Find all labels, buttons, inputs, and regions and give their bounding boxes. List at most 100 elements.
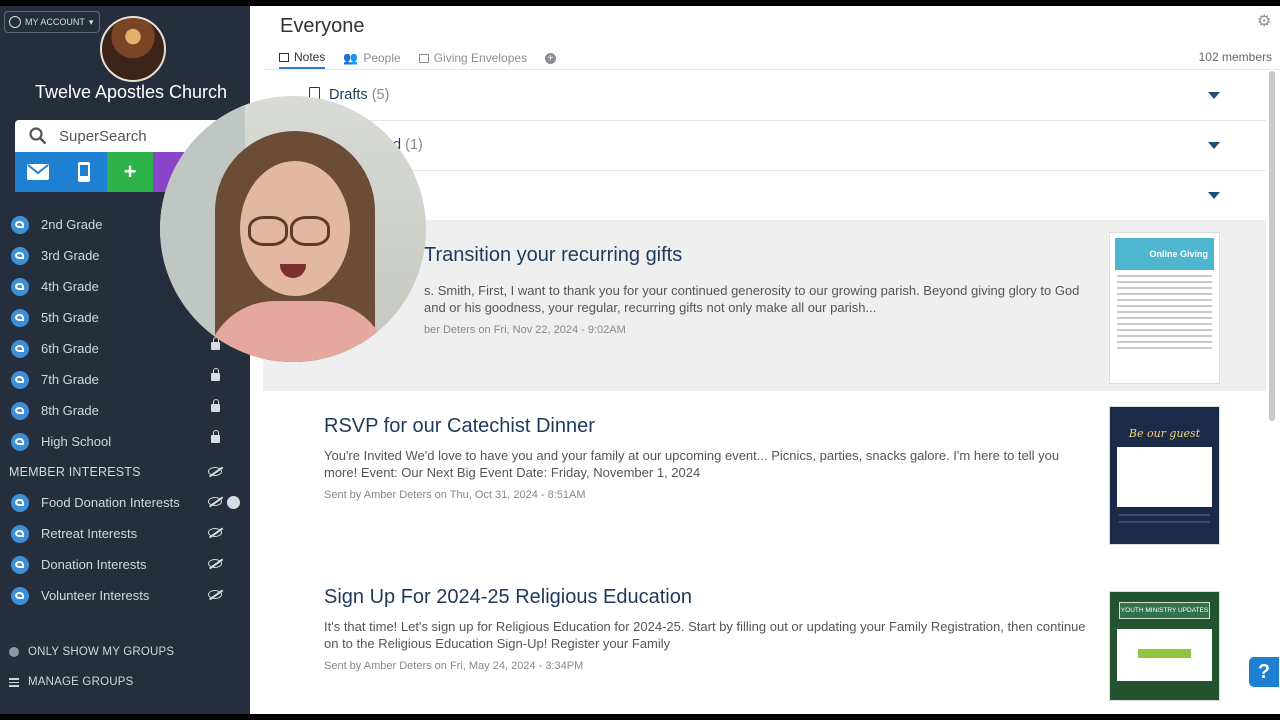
note-sent-info: ber Deters on Fri, Nov 22, 2024 - 9:02AM xyxy=(424,324,626,336)
group-icon xyxy=(11,277,29,296)
interest-item[interactable]: Donation Interests xyxy=(0,549,250,580)
supersearch-placeholder: SuperSearch xyxy=(59,127,147,145)
group-label: 6th Grade xyxy=(41,341,99,356)
interest-label: Retreat Interests xyxy=(41,526,138,541)
note-excerpt: It's that time! Let's sign up for Religi… xyxy=(324,619,1086,651)
interest-label: Donation Interests xyxy=(41,557,147,572)
gear-icon[interactable]: ⚙ xyxy=(1257,11,1271,31)
section-title: Drafts (5) xyxy=(329,87,389,103)
group-label: 8th Grade xyxy=(41,403,99,418)
envelope-icon xyxy=(27,164,49,180)
list-icon xyxy=(9,676,19,689)
church-logo xyxy=(100,16,166,82)
app-frame: MY ACCOUNT ▾ Twelve Apostles Church Supe… xyxy=(0,6,1280,714)
text-message-button[interactable] xyxy=(61,152,107,192)
only-show-my-groups-toggle[interactable]: ONLY SHOW MY GROUPS xyxy=(0,646,250,658)
add-tab-button[interactable]: + xyxy=(545,50,557,69)
group-icon xyxy=(11,586,29,605)
member-interests-header[interactable]: MEMBER INTERESTS xyxy=(0,457,250,487)
group-label: 3rd Grade xyxy=(41,248,100,263)
group-label: High School xyxy=(41,434,112,449)
group-icon xyxy=(11,370,29,389)
note-sent-info: Sent by Amber Deters on Thu, Oct 31, 202… xyxy=(324,489,586,501)
thumbnail-header: Be our guest xyxy=(1128,427,1201,440)
search-icon xyxy=(29,127,47,145)
tab-notes[interactable]: Notes xyxy=(279,50,326,69)
note-thumbnail[interactable]: Online Giving xyxy=(1109,232,1220,384)
drafts-section[interactable]: Drafts (5) xyxy=(263,70,1266,121)
note-sent-info: Sent by Amber Deters on Fri, May 24, 202… xyxy=(324,660,584,672)
eye-slash-icon[interactable] xyxy=(208,590,222,599)
add-button[interactable]: + xyxy=(107,152,153,192)
note-item[interactable]: RSVP for our Catechist Dinner You're Inv… xyxy=(263,391,1266,562)
section-count: (5) xyxy=(371,87,390,103)
group-item[interactable]: High School xyxy=(0,426,250,457)
notes-icon xyxy=(279,52,289,62)
toggle-icon xyxy=(9,647,19,657)
group-item[interactable]: 7th Grade xyxy=(0,364,250,395)
main-scrollbar[interactable] xyxy=(1269,71,1275,421)
interest-label: Food Donation Interests xyxy=(41,495,180,510)
caret-down-icon[interactable] xyxy=(1208,142,1220,149)
scheduled-section[interactable]: d (1) xyxy=(263,120,1266,171)
group-label: 4th Grade xyxy=(41,279,99,294)
caret-down-icon[interactable] xyxy=(1208,92,1220,99)
interest-label: Volunteer Interests xyxy=(41,588,150,603)
mobile-phone-icon xyxy=(78,162,90,182)
group-icon xyxy=(11,339,29,358)
interest-item[interactable]: Retreat Interests xyxy=(0,518,250,549)
email-button[interactable] xyxy=(15,152,61,192)
group-icon xyxy=(11,432,29,451)
group-icon xyxy=(11,215,29,234)
manage-groups-link[interactable]: MANAGE GROUPS xyxy=(0,676,250,689)
caret-down-icon[interactable] xyxy=(1208,192,1220,199)
group-icon xyxy=(11,308,29,327)
lock-icon xyxy=(211,430,220,443)
interest-item[interactable]: Food Donation Interests xyxy=(0,487,250,518)
page-title: Everyone xyxy=(280,15,365,37)
group-icon xyxy=(11,524,29,543)
note-title[interactable]: Sign Up For 2024-25 Religious Education xyxy=(324,586,692,609)
eye-slash-icon[interactable] xyxy=(208,467,222,476)
help-button[interactable]: ? xyxy=(1249,657,1279,687)
people-icon: 👥 xyxy=(343,51,359,65)
webcam-video-overlay xyxy=(160,96,426,362)
group-label: 5th Grade xyxy=(41,310,99,325)
note-title[interactable]: Transition your recurring gifts xyxy=(424,244,682,267)
tab-label: Notes xyxy=(294,50,326,64)
group-icon xyxy=(11,246,29,265)
group-icon xyxy=(11,401,29,420)
only-show-my-groups-label: ONLY SHOW MY GROUPS xyxy=(28,646,175,658)
lock-icon xyxy=(211,368,220,381)
table-icon xyxy=(418,53,429,63)
plus-icon: + xyxy=(123,159,137,184)
group-item[interactable]: 8th Grade xyxy=(0,395,250,426)
note-title[interactable]: RSVP for our Catechist Dinner xyxy=(324,415,595,438)
note-thumbnail[interactable]: YOUTH MINISTRY UPDATES xyxy=(1109,591,1220,701)
eye-slash-icon[interactable] xyxy=(208,528,222,537)
eye-slash-icon[interactable] xyxy=(208,559,222,568)
chevron-down-icon: ▾ xyxy=(88,16,94,27)
note-excerpt: You're Invited We'd love to have you and… xyxy=(324,448,1060,480)
tab-people[interactable]: 👥 People xyxy=(343,50,400,69)
manage-groups-label: MANAGE GROUPS xyxy=(28,676,134,689)
group-label: 2nd Grade xyxy=(41,217,103,232)
section-toggle xyxy=(0,457,250,487)
interest-item[interactable]: Volunteer Interests xyxy=(0,580,250,611)
note-thumbnail[interactable]: Be our guest xyxy=(1109,406,1220,545)
note-excerpt: s. Smith, First, I want to thank you for… xyxy=(424,283,1080,315)
tab-bar: Notes 👥 People Giving Envelopes + xyxy=(279,50,557,69)
my-account-label: MY ACCOUNT xyxy=(25,17,85,27)
main-content: Everyone ⚙ Notes 👥 People Giving Envelope… xyxy=(263,6,1280,714)
tab-label: People xyxy=(363,51,401,65)
tab-giving-envelopes[interactable]: Giving Envelopes xyxy=(418,50,527,69)
my-account-button[interactable]: MY ACCOUNT ▾ xyxy=(4,11,101,33)
group-label: 7th Grade xyxy=(41,372,99,387)
eye-slash-icon[interactable] xyxy=(208,497,222,506)
note-item[interactable]: Sign Up For 2024-25 Religious Education … xyxy=(263,562,1266,714)
section-count: (1) xyxy=(405,137,423,153)
chevron-circle-icon[interactable] xyxy=(227,496,240,509)
group-icon xyxy=(11,555,29,574)
thumbnail-header: YOUTH MINISTRY UPDATES xyxy=(1119,602,1210,619)
user-icon xyxy=(9,16,21,28)
